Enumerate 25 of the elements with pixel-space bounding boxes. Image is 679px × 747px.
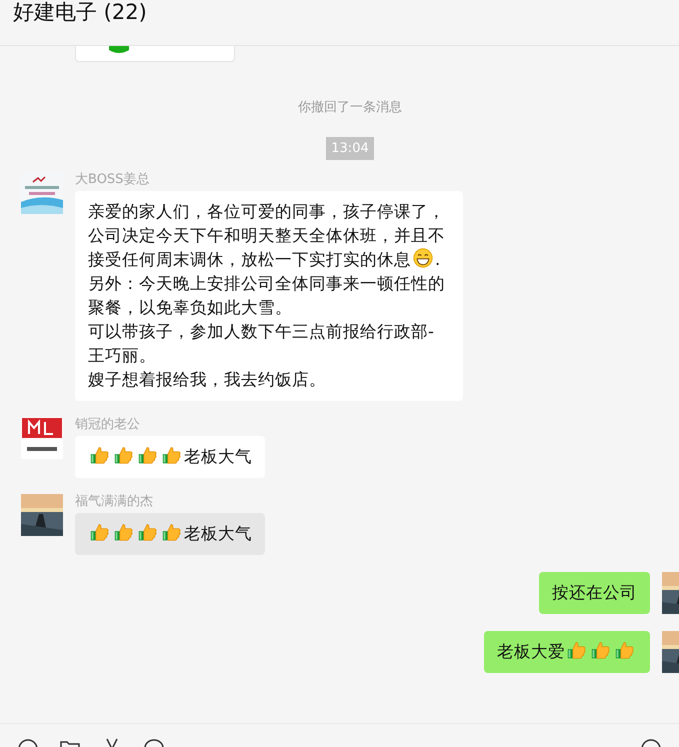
thumbs-up-icon bbox=[114, 445, 134, 465]
avatar[interactable] bbox=[21, 417, 63, 459]
thumbs-up-icon bbox=[138, 522, 158, 542]
thumbs-up-icon bbox=[162, 445, 182, 465]
thumbs-up-icon bbox=[90, 522, 110, 542]
thumbs-up-icon bbox=[615, 640, 635, 660]
window-title: 好建电子 (22) bbox=[13, 0, 147, 24]
sender-name: 销冠的老公 bbox=[75, 417, 140, 433]
thumbs-up-icon bbox=[567, 640, 587, 660]
message-bubble[interactable]: 亲爱的家人们，各位可爱的同事，孩子停课了，公司决定今天下午和明天整天全体休班，并且不接受任何周末调休，放松一下实打实的休息 . 另外：今天晚上安排公司全体同事来一顿任性的聚餐，以免辜负如此大雪。 可以带孩子，参加人数下午三点前报给行政部-王巧丽。 嫂子想着报给我，我去约饭店。 bbox=[75, 191, 463, 401]
thumbs-up-icon bbox=[591, 640, 611, 660]
message-bubble[interactable]: 老板大气 bbox=[75, 513, 265, 555]
payment-card[interactable] bbox=[75, 46, 235, 62]
sender-name: 福气满满的杰 bbox=[75, 494, 153, 510]
thumbs-up-icon bbox=[138, 445, 158, 465]
recall-notice: 你撤回了一条消息 bbox=[297, 99, 403, 116]
grinning-face-icon bbox=[413, 248, 433, 268]
message-bubble[interactable]: 按还在公司 bbox=[539, 572, 650, 614]
timestamp: 13:04 bbox=[326, 137, 374, 160]
thumbs-up-icon bbox=[162, 522, 182, 542]
message-bubble[interactable]: 老板大爱 bbox=[484, 631, 650, 673]
message-bubble[interactable]: 老板大气 bbox=[75, 436, 265, 478]
thumbs-up-icon bbox=[90, 445, 110, 465]
sender-name: 大BOSS姜总 bbox=[75, 172, 150, 188]
thumbs-up-icon bbox=[114, 522, 134, 542]
